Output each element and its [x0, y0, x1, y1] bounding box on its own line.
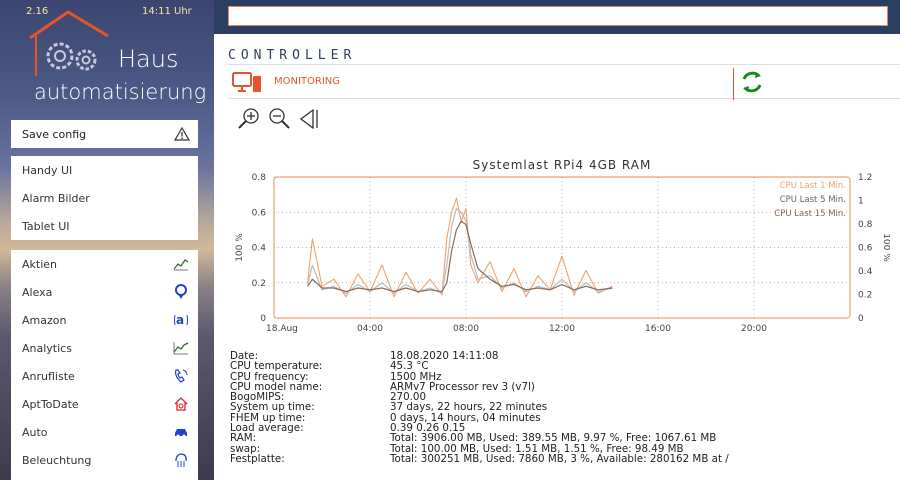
zoom-out-icon — [269, 108, 290, 129]
detail-row: CPU frequency: 1500 MHz — [230, 371, 890, 382]
y-axis-label-right: 100 % — [881, 233, 890, 262]
menu-item-beleuchtung[interactable]: Beleuchtung — [11, 446, 198, 474]
series-line-2 — [306, 208, 613, 294]
x-tick: 20:00 — [741, 324, 767, 334]
y-tick-right: 0.4 — [858, 267, 873, 277]
location-pin-icon — [173, 284, 189, 300]
x-tick: 04:00 — [357, 324, 383, 334]
menu-item-label: Alexa — [22, 285, 53, 299]
y-tick-left: 0.2 — [252, 279, 266, 289]
menu-item-tablet-ui[interactable]: Tablet UI — [11, 212, 198, 240]
menu-item-label: Alarm Bilder — [22, 191, 90, 205]
detail-key: Festplatte: — [230, 452, 285, 465]
y-axis-label-left: 100 % — [235, 233, 245, 262]
monitoring-bar: MONITORING — [228, 64, 900, 100]
menu-item-analytics[interactable]: Analytics — [11, 334, 198, 362]
menu-item-handy-ui[interactable]: Handy UI — [11, 156, 198, 184]
legend-entry: CPU Last 5 Min. — [780, 195, 846, 205]
detail-value: 18.08.2020 14:11:08 — [390, 350, 499, 362]
y-tick-left: 0.4 — [252, 244, 267, 254]
detail-row: System up time: 37 days, 22 hours, 22 min… — [230, 402, 890, 413]
x-tick: 08:00 — [453, 324, 479, 334]
system-details-table: Date: 18.08.2020 14:11:08 CPU temperature:… — [230, 350, 890, 465]
menu-item-label: Anrufliste — [22, 369, 75, 383]
section-title: CONTROLLER — [228, 48, 357, 63]
room-menu-group: Aktien Alexa Amazon a Analytics Anruflis… — [11, 250, 198, 480]
cpu-load-chart: Systemlast RPi4 4GB RAM 0 0.2 0.4 0.6 0.8 0 0.2… — [235, 158, 890, 334]
ui-links-group: Handy UI Alarm Bilder Tablet UI — [11, 156, 198, 240]
y-tick-right: 0.6 — [858, 244, 873, 254]
detail-value: Total: 300251 MB, Used: 7860 MB, 3 %, Av… — [390, 452, 729, 465]
zoom-in-button[interactable] — [236, 106, 262, 132]
x-tick: 12:00 — [549, 324, 575, 334]
menu-item-label: Tablet UI — [22, 219, 70, 233]
menu-item-apttodate[interactable]: AptToDate — [11, 390, 198, 418]
x-tick: 16:00 — [645, 324, 671, 334]
monitoring-label: MONITORING — [274, 76, 341, 87]
top-bar — [214, 0, 900, 34]
refresh-icon[interactable] — [739, 69, 765, 95]
series-line-3 — [307, 220, 613, 293]
menu-item-alarm-bilder[interactable]: Alarm Bilder — [11, 184, 198, 212]
save-config-label: Save config — [22, 127, 87, 141]
phone-call-icon — [173, 368, 189, 384]
detail-row: FHEM up time: 0 days, 14 hours, 04 minute… — [230, 411, 890, 424]
main-content: CONTROLLER MONITORING Systemlast RPi4 4G… — [214, 0, 900, 480]
logo-title: Haus — [118, 45, 179, 73]
y-tick-right: 0 — [858, 314, 864, 324]
logo-subtitle: automatisierung — [34, 80, 207, 104]
detail-row: BogoMIPS: 270.00 — [230, 392, 890, 403]
detail-row: Date: 18.08.2020 14:11:08 — [230, 350, 890, 362]
legend-entry: CPU Last 1 Min. — [780, 181, 846, 191]
menu-item-label: Beleuchtung — [22, 453, 92, 467]
menu-item-label: AptToDate — [22, 397, 79, 411]
menu-item-auto[interactable]: Auto — [11, 418, 198, 446]
warning-icon — [174, 127, 190, 141]
menu-item-amazon[interactable]: Amazon a — [11, 306, 198, 334]
y-tick-left: 0 — [260, 314, 266, 324]
detail-value: ARMv7 Processor rev 3 (v7l) — [390, 380, 535, 393]
menu-item-label: Handy UI — [22, 163, 73, 177]
menu-item-label: Aktien — [22, 257, 58, 271]
previous-button[interactable] — [296, 106, 322, 132]
detail-row: CPU model name: ARMv7 Processor rev 3 (v7… — [230, 380, 890, 393]
car-icon — [173, 424, 189, 440]
menu-item-label: Auto — [22, 425, 48, 439]
legend-entry: CPU Last 15 Min. — [774, 209, 846, 219]
menu-item-label: Amazon — [22, 313, 67, 327]
home-update-icon — [173, 396, 189, 412]
y-tick-left: 0.6 — [252, 208, 267, 218]
y-tick-right: 1 — [858, 197, 864, 207]
x-tick: 18.Aug — [266, 324, 298, 334]
menu-item-anrufliste[interactable]: Anrufliste — [11, 362, 198, 390]
arrow-left-icon — [299, 108, 318, 130]
menu-item-aktien[interactable]: Aktien — [11, 250, 198, 278]
y-tick-left: 0.8 — [252, 173, 267, 183]
chart-toolbar — [236, 106, 322, 132]
zoom-in-icon — [238, 108, 259, 129]
detail-value: 45.3 °C — [390, 360, 429, 373]
chart-title: Systemlast RPi4 4GB RAM — [473, 158, 652, 172]
y-tick-right: 0.8 — [858, 220, 873, 230]
chart-line-icon — [173, 256, 189, 272]
save-config-button[interactable]: Save config — [11, 120, 198, 148]
zoom-out-button[interactable] — [266, 106, 292, 132]
house-gears-logo-icon — [29, 10, 109, 76]
detail-row: CPU temperature: 45.3 °C — [230, 360, 890, 373]
clock-label: 14:11 Uhr — [142, 6, 192, 17]
detail-value: 0 days, 14 hours, 04 minutes — [390, 411, 541, 424]
command-input[interactable] — [228, 6, 888, 26]
detail-row: Festplatte: Total: 300251 MB, Used: 7860 … — [230, 452, 890, 465]
monitoring-device-icon — [232, 72, 261, 92]
menu-item-alexa[interactable]: Alexa — [11, 278, 198, 306]
menu-item-label: Analytics — [22, 341, 72, 355]
y-tick-right: 0.2 — [858, 291, 872, 301]
sidebar: 2.16 14:11 Uhr Haus automatisierung Save… — [0, 0, 214, 480]
svg-text:a: a — [176, 313, 184, 327]
monitoring-divider — [733, 68, 734, 100]
analytics-chart-icon — [173, 340, 189, 356]
amazon-icon: a — [173, 312, 189, 328]
lamp-icon — [173, 452, 189, 468]
y-tick-right: 1.2 — [858, 173, 872, 183]
